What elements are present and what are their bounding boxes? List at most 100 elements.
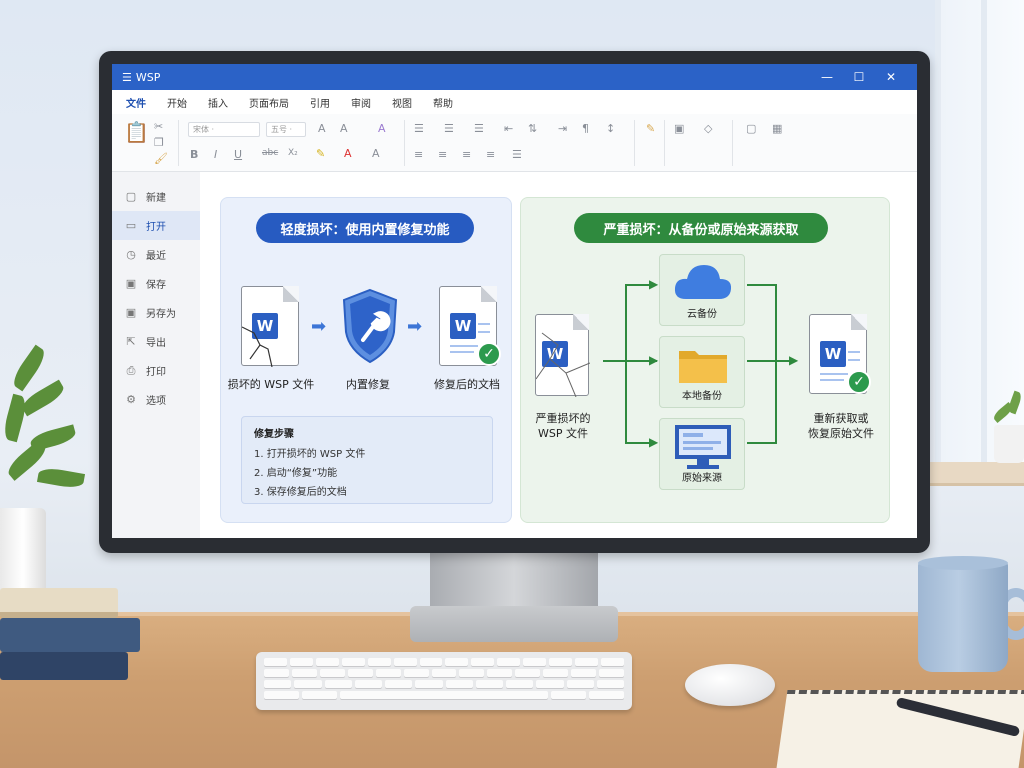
mug xyxy=(918,560,1008,672)
menu-bar: 文件 开始 插入 页面布局 引用 审阅 视图 帮助 xyxy=(112,90,917,114)
sidebar-item-print[interactable]: ⎙ 打印 xyxy=(112,356,200,385)
menu-insert[interactable]: 插入 xyxy=(208,95,228,110)
shield-wrench-icon xyxy=(342,288,398,364)
sidebar-item-options[interactable]: ⚙ 选项 xyxy=(112,385,200,414)
repaired-file-label: 修复后的文档 xyxy=(434,378,500,391)
font-color-icon[interactable]: A xyxy=(344,147,352,160)
align-left-icon[interactable]: ≡ xyxy=(414,148,423,161)
subscript-button[interactable]: X₂ xyxy=(288,148,298,158)
sort-icon[interactable]: ⇅ xyxy=(528,122,537,135)
font-family-select[interactable]: 宋体 · xyxy=(188,122,260,137)
multilevel-list-icon[interactable]: ☰ xyxy=(474,122,484,135)
mouse xyxy=(685,664,775,706)
book xyxy=(0,588,118,618)
plant-leaf xyxy=(1,393,29,443)
monitor-icon xyxy=(675,425,731,469)
bold-button[interactable]: B xyxy=(190,148,198,161)
indent-icon[interactable]: ⇥ xyxy=(558,122,567,135)
step-item: 3. 保存修复后的文档 xyxy=(254,487,347,498)
menu-help[interactable]: 帮助 xyxy=(433,95,453,110)
recovered-label-1: 重新获取或 xyxy=(813,412,869,425)
menu-review[interactable]: 审阅 xyxy=(351,95,371,110)
arrow-right-icon: ▶ xyxy=(789,353,799,367)
copy-icon[interactable]: ❐ xyxy=(154,136,164,149)
bullet-list-icon[interactable]: ☰ xyxy=(414,122,424,135)
arrow-right-icon: ➡ xyxy=(407,316,423,337)
line-spacing-icon[interactable]: ↕ xyxy=(606,122,615,135)
highlight-icon[interactable]: ✎ xyxy=(316,147,325,160)
paragraph-spacing-icon[interactable]: ☰ xyxy=(512,148,522,161)
arrow-right-icon: ➡ xyxy=(311,316,327,337)
edit-icon[interactable]: ✎ xyxy=(646,122,655,135)
sidebar-item-label: 保存 xyxy=(146,280,166,291)
image-icon[interactable]: ▢ xyxy=(746,122,756,135)
text-effect-icon[interactable]: A xyxy=(372,147,380,160)
export-icon: ⇱ xyxy=(126,335,136,348)
close-button[interactable]: ✕ xyxy=(875,70,907,84)
shrink-font-icon[interactable]: A xyxy=(340,122,348,135)
folder-icon xyxy=(679,351,727,383)
menu-page-layout[interactable]: 页面布局 xyxy=(249,95,289,110)
sidebar-item-label: 最近 xyxy=(146,251,166,262)
sidebar-item-recent[interactable]: ◷ 最近 xyxy=(112,240,200,269)
cloud-backup-label: 云备份 xyxy=(687,309,717,320)
cut-icon[interactable]: ✂ xyxy=(154,120,163,133)
steps-title: 修复步骤 xyxy=(254,429,294,440)
shapes-icon[interactable]: ◇ xyxy=(704,122,712,135)
justify-icon[interactable]: ≡ xyxy=(486,148,495,161)
connector-line xyxy=(775,284,777,444)
menu-references[interactable]: 引用 xyxy=(310,95,330,110)
arrow-right-icon: ▶ xyxy=(649,277,659,291)
monitor-base xyxy=(410,606,618,642)
cloud-backup-box[interactable]: 云备份 xyxy=(659,254,745,326)
sidebar-item-save[interactable]: ▣ 保存 xyxy=(112,269,200,298)
new-doc-icon: ▢ xyxy=(125,190,137,203)
show-marks-icon[interactable]: ¶ xyxy=(582,122,589,135)
maximize-button[interactable]: ☐ xyxy=(843,70,875,84)
sidebar-item-new[interactable]: ▢ 新建 xyxy=(112,182,200,211)
original-source-box[interactable]: 原始来源 xyxy=(659,418,745,490)
app-window: ☰ WSP — ☐ ✕ 文件 开始 插入 页面布局 引用 审阅 视图 帮助 📋 … xyxy=(112,64,917,538)
paste-icon[interactable]: 📋 xyxy=(124,120,149,144)
keyboard xyxy=(256,652,632,710)
format-painter-icon[interactable]: 🖌 xyxy=(154,152,168,165)
app-title: WSP xyxy=(135,70,161,84)
sidebar-item-open[interactable]: ▭ 打开 xyxy=(112,211,200,240)
local-backup-box[interactable]: 本地备份 xyxy=(659,336,745,408)
connector-line xyxy=(747,284,775,286)
sidebar-item-label: 新建 xyxy=(146,193,166,204)
menu-view[interactable]: 视图 xyxy=(392,95,412,110)
align-right-icon[interactable]: ≡ xyxy=(462,148,471,161)
align-center-icon[interactable]: ≡ xyxy=(438,148,447,161)
document-area: 轻度损坏：使用内置修复功能 W ➡ ➡ W ✓ 损坏的 WSP 文件 内置修复 … xyxy=(200,172,917,538)
sidebar-item-label: 打印 xyxy=(146,367,166,378)
strikethrough-button[interactable]: abc xyxy=(262,148,278,158)
ribbon-toolbar: 📋 ✂ ❐ 🖌 宋体 · 五号 · A A A B I U abc X₂ ✎ A… xyxy=(112,114,917,172)
wall-shelf xyxy=(930,462,1024,486)
repair-steps-box: 修复步骤 1. 打开损坏的 WSP 文件 2. 启动“修复”功能 3. 保存修复… xyxy=(241,416,493,504)
picture-icon[interactable]: ▣ xyxy=(674,122,684,135)
numbered-list-icon[interactable]: ☰ xyxy=(444,122,454,135)
menu-file[interactable]: 文件 xyxy=(126,95,146,110)
hamburger-menu-icon[interactable]: ☰ xyxy=(122,71,132,84)
mug-rim xyxy=(918,556,1008,570)
grow-font-icon[interactable]: A xyxy=(318,122,326,135)
outdent-icon[interactable]: ⇤ xyxy=(504,122,513,135)
mild-damage-panel: 轻度损坏：使用内置修复功能 W ➡ ➡ W ✓ 损坏的 WSP 文件 内置修复 … xyxy=(220,197,512,523)
clear-format-icon[interactable]: A xyxy=(378,122,386,135)
arrow-right-icon: ▶ xyxy=(649,435,659,449)
menu-home[interactable]: 开始 xyxy=(167,95,187,110)
severe-damage-panel: 严重损坏：从备份或原始来源获取 W 严重损坏的 WSP 文件 ▶ ▶ ▶ 云备份… xyxy=(520,197,890,523)
sidebar-item-label: 选项 xyxy=(146,396,166,407)
font-size-select[interactable]: 五号 · xyxy=(266,122,306,137)
underline-button[interactable]: U xyxy=(234,148,242,161)
table-icon[interactable]: ▦ xyxy=(772,122,782,135)
minimize-button[interactable]: — xyxy=(811,70,843,84)
italic-button[interactable]: I xyxy=(214,148,217,161)
severe-damage-title: 严重损坏：从备份或原始来源获取 xyxy=(574,213,828,243)
clock-icon: ◷ xyxy=(126,248,136,261)
severe-damaged-label-1: 严重损坏的 xyxy=(535,412,591,425)
sidebar-item-label: 另存为 xyxy=(146,309,176,320)
sidebar-item-save-as[interactable]: ▣ 另存为 xyxy=(112,298,200,327)
sidebar-item-export[interactable]: ⇱ 导出 xyxy=(112,327,200,356)
